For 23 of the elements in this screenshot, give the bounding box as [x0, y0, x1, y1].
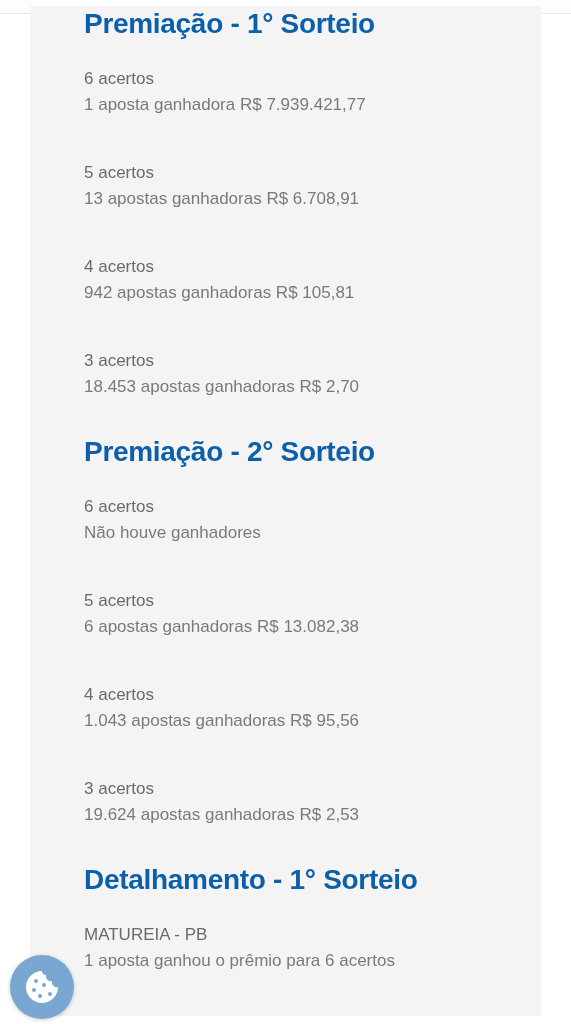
- prize-result: 1 aposta ganhadora R$ 7.939.421,77: [84, 94, 367, 116]
- tier-label: 6 acertos: [84, 496, 155, 518]
- prize-result: 942 apostas ganhadoras R$ 105,81: [84, 282, 356, 304]
- tier-label: 3 acertos: [84, 778, 155, 800]
- tier-label: MATUREIA - PB: [84, 924, 209, 946]
- section-heading: Premiação - 1° Sorteio: [84, 7, 376, 41]
- prize-result: 1 aposta ganhou o prêmio para 6 acertos: [84, 950, 396, 972]
- cookie-icon: [24, 969, 60, 1005]
- tier-label: 4 acertos: [84, 684, 155, 706]
- prize-result: 19.624 apostas ganhadoras R$ 2,53: [84, 804, 361, 826]
- cookie-button[interactable]: [10, 955, 74, 1019]
- tier-label: 6 acertos: [84, 68, 155, 90]
- prize-result: 18.453 apostas ganhadoras R$ 2,70: [84, 376, 361, 398]
- tier-label: 3 acertos: [84, 350, 155, 372]
- tier-label: 5 acertos: [84, 590, 155, 612]
- prize-result: 6 apostas ganhadoras R$ 13.082,38: [84, 616, 361, 638]
- section-heading: Premiação - 2° Sorteio: [84, 435, 376, 469]
- tier-label: 4 acertos: [84, 256, 155, 278]
- tier-label: 5 acertos: [84, 162, 155, 184]
- prize-result: Não houve ganhadores: [84, 522, 262, 544]
- section-heading: Detalhamento - 1° Sorteio: [84, 863, 419, 897]
- prize-result: 1.043 apostas ganhadoras R$ 95,56: [84, 710, 361, 732]
- prize-result: 13 apostas ganhadoras R$ 6.708,91: [84, 188, 361, 210]
